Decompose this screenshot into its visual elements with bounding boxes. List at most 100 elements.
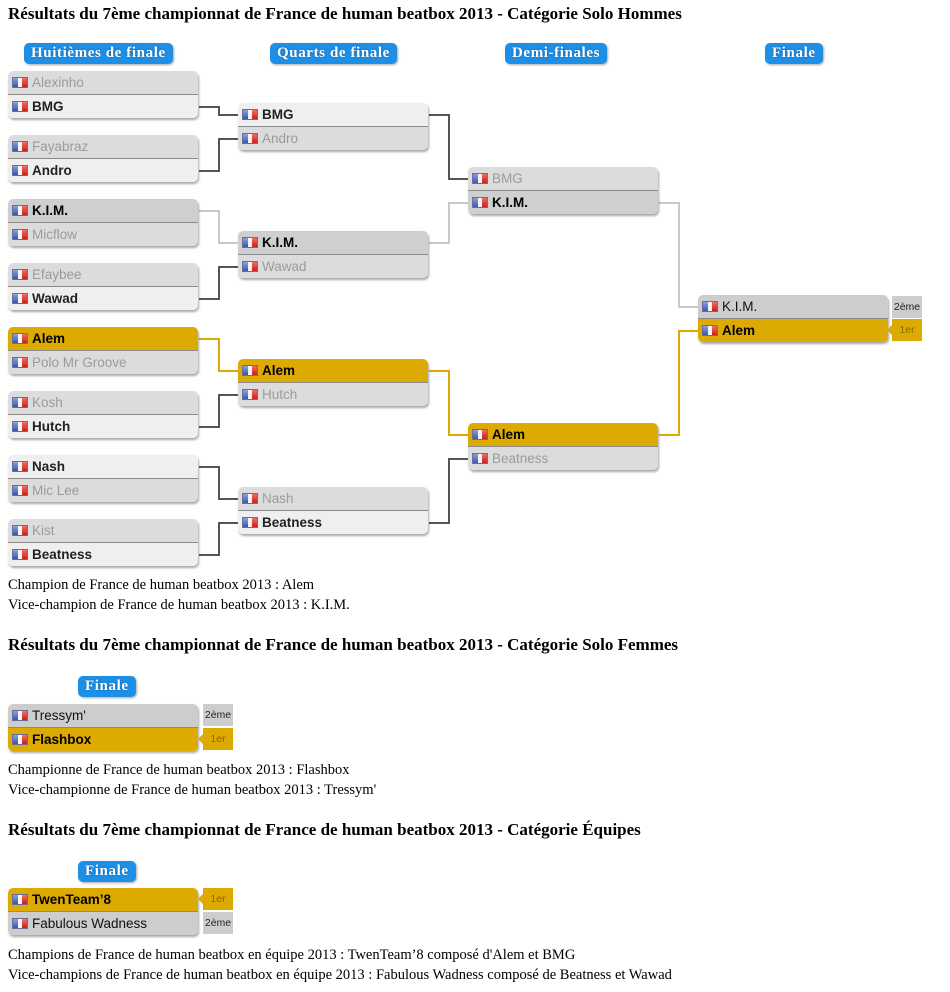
result-champion: Champions de France de human beatbox en … <box>8 947 576 963</box>
france-flag-icon <box>12 205 28 216</box>
team-name: K.I.M. <box>32 203 68 218</box>
connector <box>199 210 239 244</box>
team-name: Andro <box>262 131 299 146</box>
team-entry[interactable]: Andro <box>238 126 428 150</box>
team-entry[interactable]: Mic Lee <box>8 478 198 502</box>
team-entry[interactable]: Beatness <box>238 510 428 534</box>
match-qf-2: K.I.M. Wawad <box>238 231 428 278</box>
france-flag-icon <box>12 229 28 240</box>
team-name: Wawad <box>262 259 307 274</box>
round-label-final: Finale <box>78 676 136 697</box>
section-title-equipes: Résultats du 7ème championnat de France … <box>8 820 641 839</box>
team-entry[interactable]: Efaybee <box>8 263 198 286</box>
france-flag-icon <box>242 261 258 272</box>
place-badge-second: 2ème <box>203 912 233 934</box>
place-badge-second: 2ème <box>892 296 922 318</box>
team-entry[interactable]: Alem <box>8 327 198 350</box>
connector <box>199 338 239 372</box>
team-entry[interactable]: Micflow <box>8 222 198 246</box>
france-flag-icon <box>12 397 28 408</box>
team-name: Nash <box>32 459 66 474</box>
france-flag-icon <box>472 197 488 208</box>
team-name: Beatness <box>492 451 549 466</box>
team-entry[interactable]: Wawad <box>238 254 428 278</box>
france-flag-icon <box>12 165 28 176</box>
team-name: Polo Mr Groove <box>32 355 127 370</box>
france-flag-icon <box>12 421 28 432</box>
team-entry[interactable]: Wawad <box>8 286 198 310</box>
match-final-women: Tressym' Flashbox <box>8 704 198 751</box>
result-vice-champion: Vice-championne de France de human beatb… <box>8 782 377 798</box>
team-entry[interactable]: Kosh <box>8 391 198 414</box>
round-label-final: Finale <box>765 43 823 64</box>
team-name: Wawad <box>32 291 79 306</box>
team-entry[interactable]: Nash <box>238 487 428 510</box>
france-flag-icon <box>12 918 28 929</box>
team-entry[interactable]: Hutch <box>8 414 198 438</box>
team-entry[interactable]: Beatness <box>468 446 658 470</box>
connector <box>429 458 469 524</box>
team-name: Tressym' <box>32 708 86 723</box>
team-entry[interactable]: K.I.M. <box>238 231 428 254</box>
team-entry[interactable]: Polo Mr Groove <box>8 350 198 374</box>
france-flag-icon <box>472 453 488 464</box>
team-entry[interactable]: Beatness <box>8 542 198 566</box>
match-final: K.I.M. Alem <box>698 295 888 342</box>
team-name: Kist <box>32 523 55 538</box>
place-badge-first: 1er <box>198 888 233 910</box>
team-name: Hutch <box>262 387 298 402</box>
connector <box>199 266 239 300</box>
france-flag-icon <box>12 333 28 344</box>
match-r16-5: Alem Polo Mr Groove <box>8 327 198 374</box>
section-title-solo-femmes: Résultats du 7ème championnat de France … <box>8 635 679 654</box>
result-vice-champion: Vice-champion de France de human beatbox… <box>8 597 350 613</box>
match-qf-3: Alem Hutch <box>238 359 428 406</box>
team-name: BMG <box>262 107 294 122</box>
connector <box>199 522 239 556</box>
team-name: Alexinho <box>32 75 84 90</box>
team-entry[interactable]: TwenTeam’8 <box>8 888 198 911</box>
france-flag-icon <box>472 173 488 184</box>
round-label-round-of-16: Huitièmes de finale <box>24 43 173 64</box>
team-entry[interactable]: K.I.M. <box>698 295 888 318</box>
team-entry[interactable]: Nash <box>8 455 198 478</box>
place-badge-first: 1er <box>198 728 233 750</box>
france-flag-icon <box>12 710 28 721</box>
round-label-semifinals: Demi-finales <box>505 43 608 64</box>
team-entry[interactable]: Andro <box>8 158 198 182</box>
france-flag-icon <box>242 133 258 144</box>
team-entry[interactable]: Alexinho <box>8 71 198 94</box>
team-name: Andro <box>32 163 72 178</box>
france-flag-icon <box>12 734 28 745</box>
team-entry[interactable]: Fayabraz <box>8 135 198 158</box>
team-name: Alem <box>262 363 296 378</box>
france-flag-icon <box>12 525 28 536</box>
team-entry[interactable]: Alem <box>238 359 428 382</box>
france-flag-icon <box>702 301 718 312</box>
connector <box>199 466 239 500</box>
team-entry[interactable]: BMG <box>8 94 198 118</box>
team-entry[interactable]: K.I.M. <box>468 190 658 214</box>
connector <box>199 106 239 116</box>
match-r16-2: Fayabraz Andro <box>8 135 198 182</box>
team-entry[interactable]: K.I.M. <box>8 199 198 222</box>
team-entry[interactable]: Tressym' <box>8 704 198 727</box>
team-entry[interactable]: Fabulous Wadness <box>8 911 198 935</box>
team-name: K.I.M. <box>722 299 758 314</box>
team-entry[interactable]: BMG <box>238 103 428 126</box>
team-name: Flashbox <box>32 732 92 747</box>
team-name: Beatness <box>32 547 93 562</box>
team-entry[interactable]: Hutch <box>238 382 428 406</box>
team-entry[interactable]: Kist <box>8 519 198 542</box>
connector <box>659 330 699 436</box>
team-name: TwenTeam’8 <box>32 892 112 907</box>
team-entry[interactable]: Flashbox <box>8 727 198 751</box>
match-r16-7: Nash Mic Lee <box>8 455 198 502</box>
match-r16-4: Efaybee Wawad <box>8 263 198 310</box>
team-entry[interactable]: Alem <box>468 423 658 446</box>
team-entry[interactable]: Alem <box>698 318 888 342</box>
connector <box>429 202 469 244</box>
team-entry[interactable]: BMG <box>468 167 658 190</box>
team-name: K.I.M. <box>492 195 528 210</box>
place-badge-second: 2ème <box>203 704 233 726</box>
